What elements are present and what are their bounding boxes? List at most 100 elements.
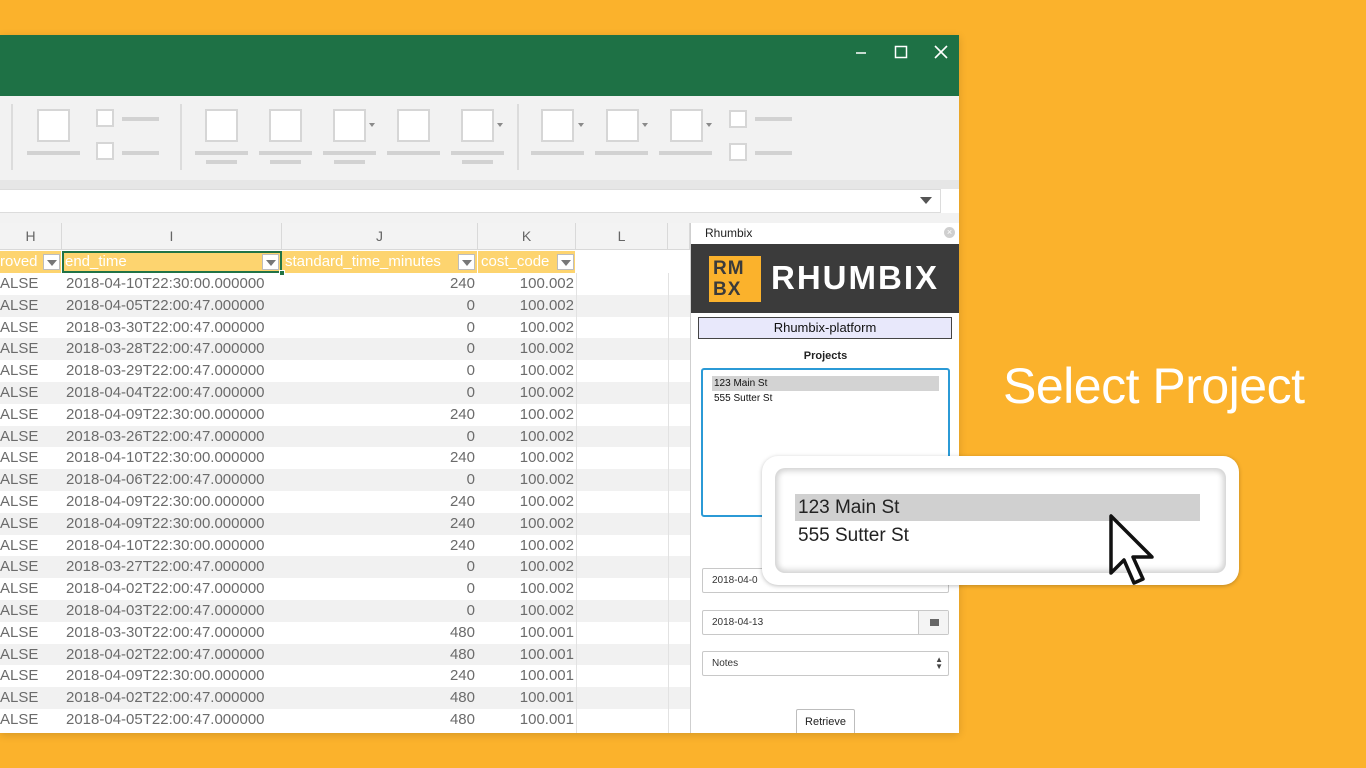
ribbon-button[interactable] [37,109,70,142]
cell-end-time[interactable]: 2018-04-10T22:30:00.000000 [66,535,265,557]
ribbon-button[interactable] [397,109,430,142]
filter-dropdown-icon[interactable] [458,254,475,270]
cell-approved[interactable]: ALSE [0,665,38,687]
cell-end-time[interactable]: 2018-04-09T22:30:00.000000 [66,665,265,687]
cell-approved[interactable]: ALSE [0,317,38,339]
cell-standard-time-minutes[interactable]: 480 [283,687,475,709]
cell-end-time[interactable]: 2018-04-10T22:30:00.000000 [66,447,265,469]
column-header-l[interactable]: L [576,223,668,250]
table-row[interactable]: ALSE 2018-04-02T22:00:47.000000 0 100.002 [0,578,690,600]
cell-end-time[interactable]: 2018-04-05T22:00:47.000000 [66,709,265,731]
cell-cost-code[interactable]: 100.001 [478,622,574,644]
table-row[interactable]: ALSE 2018-03-27T22:00:47.000000 0 100.002 [0,556,690,579]
cell-cost-code[interactable]: 100.002 [478,447,574,469]
column-header-k[interactable]: K [478,223,576,250]
cell-cost-code[interactable]: 100.002 [478,469,574,491]
project-option-main-st[interactable]: 123 Main St [712,376,939,391]
table-row[interactable]: ALSE 2018-04-10T22:30:00.000000 240 100.002 [0,447,690,469]
cell-end-time[interactable]: 2018-04-09T22:30:00.000000 [66,513,265,535]
maximize-button[interactable] [886,41,916,65]
column-header-i[interactable]: I [62,223,282,250]
table-row[interactable]: ALSE 2018-04-09T22:30:00.000000 240 100.001 [0,665,690,687]
cell-standard-time-minutes[interactable]: 0 [283,382,475,404]
cell-approved[interactable]: ALSE [0,273,38,295]
cell-end-time[interactable]: 2018-04-06T22:00:47.000000 [66,469,265,491]
cell-cost-code[interactable]: 100.002 [478,273,574,295]
cell-cost-code[interactable]: 100.002 [478,295,574,317]
cell-end-time[interactable]: 2018-03-30T22:00:47.000000 [66,317,265,339]
ribbon-button[interactable] [205,109,238,142]
cell-approved[interactable]: ALSE [0,535,38,557]
cell-standard-time-minutes[interactable]: 240 [283,535,475,557]
cell-cost-code[interactable]: 100.002 [478,317,574,339]
chevron-down-icon[interactable] [920,197,932,204]
cell-approved[interactable]: ALSE [0,295,38,317]
filter-dropdown-icon[interactable] [262,254,279,270]
ribbon-checkbox[interactable] [96,142,114,160]
cell-end-time[interactable]: 2018-04-03T22:00:47.000000 [66,600,265,622]
cell-approved[interactable]: ALSE [0,338,38,360]
cell-end-time[interactable]: 2018-03-29T22:00:47.000000 [66,360,265,382]
cell-end-time[interactable]: 2018-04-04T22:00:47.000000 [66,382,265,404]
cell-end-time[interactable]: 2018-04-10T22:30:00.000000 [66,273,265,295]
close-icon[interactable]: × [944,227,955,238]
table-header-standard-time-minutes[interactable]: standard_time_minutes [282,251,478,273]
cell-end-time[interactable]: 2018-03-27T22:00:47.000000 [66,556,265,578]
notes-select[interactable]: Notes ▲ ▼ [702,651,949,676]
table-row[interactable]: ALSE 2018-04-10T22:30:00.000000 240 100.002 [0,273,690,295]
cell-approved[interactable]: ALSE [0,644,38,666]
end-date-field[interactable]: 2018-04-13 [702,610,949,635]
cell-approved[interactable]: ALSE [0,491,38,513]
cell-approved[interactable]: ALSE [0,404,38,426]
cell-approved[interactable]: ALSE [0,360,38,382]
cell-cost-code[interactable]: 100.002 [478,535,574,557]
retrieve-button[interactable]: Retrieve [796,709,855,733]
cell-cost-code[interactable]: 100.002 [478,404,574,426]
table-row[interactable]: ALSE 2018-03-29T22:00:47.000000 0 100.002 [0,360,690,382]
cell-cost-code[interactable]: 100.002 [478,382,574,404]
table-row[interactable]: ALSE 2018-04-09T22:30:00.000000 240 100.002 [0,512,690,535]
cell-approved[interactable]: ALSE [0,578,38,600]
cell-approved[interactable]: ALSE [0,556,38,578]
cell-cost-code[interactable]: 100.001 [478,709,574,731]
cell-end-time[interactable]: 2018-04-09T22:30:00.000000 [66,404,265,426]
cell-standard-time-minutes[interactable]: 0 [283,469,475,491]
cell-end-time[interactable]: 2018-04-05T22:00:47.000000 [66,295,265,317]
table-row[interactable]: ALSE 2018-04-04T22:00:47.000000 0 100.002 [0,382,690,404]
table-header-end-time[interactable]: end_time [62,251,282,273]
cell-standard-time-minutes[interactable]: 480 [283,622,475,644]
cell-end-time[interactable]: 2018-03-28T22:00:47.000000 [66,338,265,360]
formula-bar[interactable] [0,189,941,213]
filter-dropdown-icon[interactable] [557,254,574,270]
cell-standard-time-minutes[interactable]: 240 [283,404,475,426]
table-row[interactable]: ALSE 2018-04-05T22:00:47.000000 0 100.002 [0,294,690,317]
cell-end-time[interactable]: 2018-04-02T22:00:47.000000 [66,578,265,600]
cell-end-time[interactable]: 2018-04-02T22:00:47.000000 [66,644,265,666]
cell-cost-code[interactable]: 100.002 [478,556,574,578]
table-row[interactable]: ALSE 2018-04-02T22:00:47.000000 480 100.001 [0,643,690,666]
cell-standard-time-minutes[interactable]: 0 [283,295,475,317]
cell-standard-time-minutes[interactable]: 0 [283,317,475,339]
cell-approved[interactable]: ALSE [0,447,38,469]
cell-approved[interactable]: ALSE [0,687,38,709]
cell-cost-code[interactable]: 100.002 [478,338,574,360]
cell-standard-time-minutes[interactable]: 0 [283,556,475,578]
table-row[interactable]: ALSE 2018-03-28T22:00:47.000000 0 100.002 [0,338,690,361]
ribbon-checkbox[interactable] [96,109,114,127]
cell-cost-code[interactable]: 100.002 [478,491,574,513]
table-row[interactable]: ALSE 2018-04-09T22:30:00.000000 240 100.002 [0,404,690,426]
calendar-icon[interactable] [918,611,948,634]
ribbon-dropdown-button[interactable] [670,109,703,142]
table-row[interactable]: ALSE 2018-04-05T22:00:47.000000 480 100.001 [0,709,690,731]
table-row[interactable]: ALSE 2018-04-06T22:00:47.000000 0 100.002 [0,469,690,491]
ribbon-dropdown-button[interactable] [461,109,494,142]
cell-standard-time-minutes[interactable]: 0 [283,426,475,448]
cell-cost-code[interactable]: 100.002 [478,426,574,448]
table-row[interactable]: ALSE 2018-04-09T22:30:00.000000 240 100.002 [0,491,690,513]
ribbon-dropdown-button[interactable] [541,109,574,142]
table-row[interactable]: ALSE 2018-04-10T22:30:00.000000 240 100.002 [0,535,690,557]
ribbon-button[interactable] [269,109,302,142]
cell-approved[interactable]: ALSE [0,709,38,731]
filter-dropdown-icon[interactable] [43,254,60,270]
column-header-j[interactable]: J [282,223,478,250]
